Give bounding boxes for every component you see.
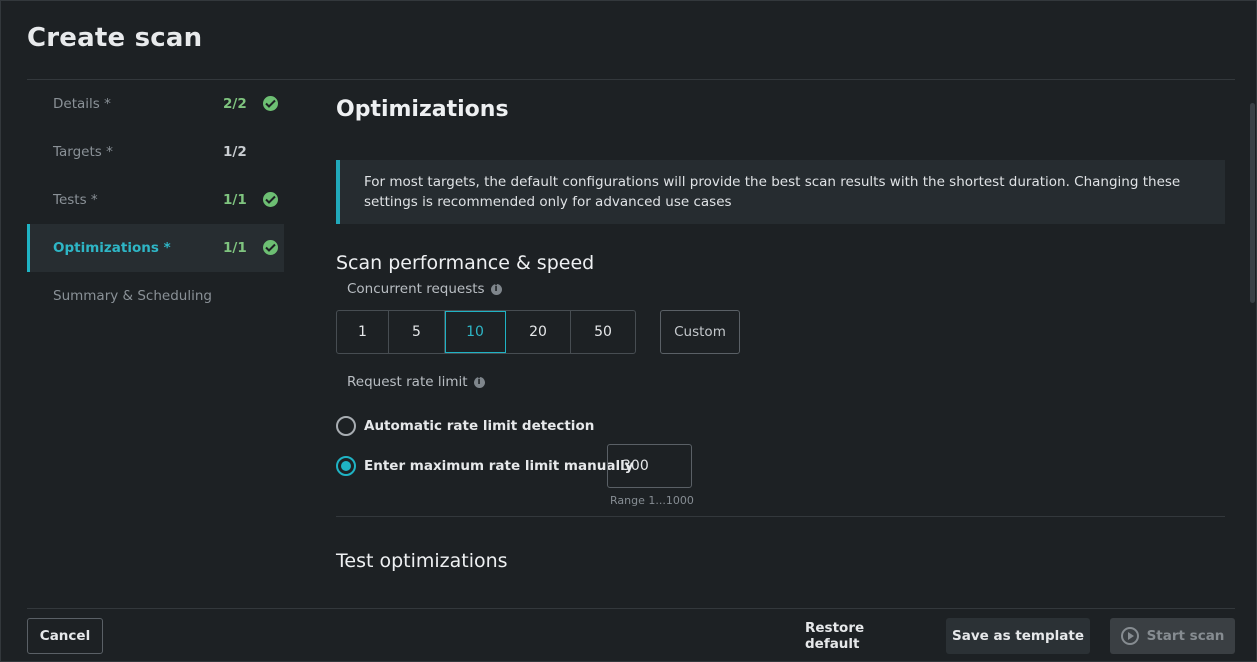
radio-manual-rate-limit[interactable]: Enter maximum rate limit manually (336, 456, 634, 476)
start-scan-label: Start scan (1146, 628, 1225, 644)
step-label: Tests * (53, 192, 98, 208)
step-label: Targets * (53, 144, 113, 160)
step-label: Summary & Scheduling (53, 288, 212, 304)
info-banner: For most targets, the default configurat… (336, 160, 1225, 224)
concurrency-option-50[interactable]: 50 (571, 311, 635, 353)
check-circle-icon (263, 96, 278, 111)
radio-button[interactable] (336, 456, 356, 476)
cancel-button[interactable]: Cancel (27, 618, 103, 654)
rate-limit-range-hint: Range 1...1000 (610, 494, 694, 507)
save-as-template-button[interactable]: Save as template (946, 618, 1090, 654)
step-tests[interactable]: Tests * 1/1 (27, 176, 284, 224)
step-summary-scheduling[interactable]: Summary & Scheduling (27, 272, 284, 320)
radio-label: Automatic rate limit detection (364, 418, 595, 434)
performance-heading: Scan performance & speed (336, 252, 595, 274)
create-scan-dialog: Create scan Details * 2/2 Targets * 1/2 … (0, 0, 1257, 662)
section-divider (336, 516, 1225, 517)
radio-label: Enter maximum rate limit manually (364, 458, 634, 474)
dialog-title: Create scan (27, 23, 203, 53)
step-count: 1/2 (223, 144, 247, 160)
concurrency-option-1[interactable]: 1 (337, 311, 389, 353)
concurrency-option-5[interactable]: 5 (389, 311, 445, 353)
concurrent-requests-selector: 1 5 10 20 50 (336, 310, 636, 354)
custom-concurrency-button[interactable]: Custom (660, 310, 740, 354)
play-circle-icon (1120, 627, 1139, 645)
steps-sidebar: Details * 2/2 Targets * 1/2 Tests * 1/1 … (27, 80, 284, 320)
info-icon[interactable]: i (473, 376, 485, 388)
radio-button[interactable] (336, 416, 356, 436)
step-count: 1/1 (223, 240, 247, 256)
step-label: Details * (53, 96, 111, 112)
footer-divider (27, 608, 1235, 609)
step-label: Optimizations * (53, 240, 171, 256)
restore-default-button[interactable]: Restore default (805, 618, 917, 654)
step-targets[interactable]: Targets * 1/2 (27, 128, 284, 176)
scrollbar-thumb[interactable] (1250, 103, 1255, 303)
info-icon[interactable]: i (490, 283, 502, 295)
rate-limit-text: Request rate limit (347, 374, 468, 390)
rate-limit-label: Request rate limit i (347, 374, 485, 390)
step-details[interactable]: Details * 2/2 (27, 80, 284, 128)
check-circle-icon (263, 240, 278, 255)
radio-auto-rate-limit[interactable]: Automatic rate limit detection (336, 416, 594, 436)
concurrency-option-10[interactable]: 10 (445, 311, 506, 353)
step-count: 1/1 (223, 192, 247, 208)
start-scan-button[interactable]: Start scan (1110, 618, 1235, 654)
concurrency-option-20[interactable]: 20 (506, 311, 571, 353)
check-circle-icon (263, 192, 278, 207)
concurrent-requests-text: Concurrent requests (347, 281, 485, 297)
test-optimizations-heading: Test optimizations (336, 550, 508, 572)
concurrent-requests-label: Concurrent requests i (347, 281, 502, 297)
step-count: 2/2 (223, 96, 247, 112)
section-title: Optimizations (336, 97, 509, 122)
content-scrollbar[interactable] (1250, 93, 1255, 583)
step-optimizations[interactable]: Optimizations * 1/1 (27, 224, 284, 272)
rate-limit-input[interactable]: 300 (607, 444, 692, 488)
